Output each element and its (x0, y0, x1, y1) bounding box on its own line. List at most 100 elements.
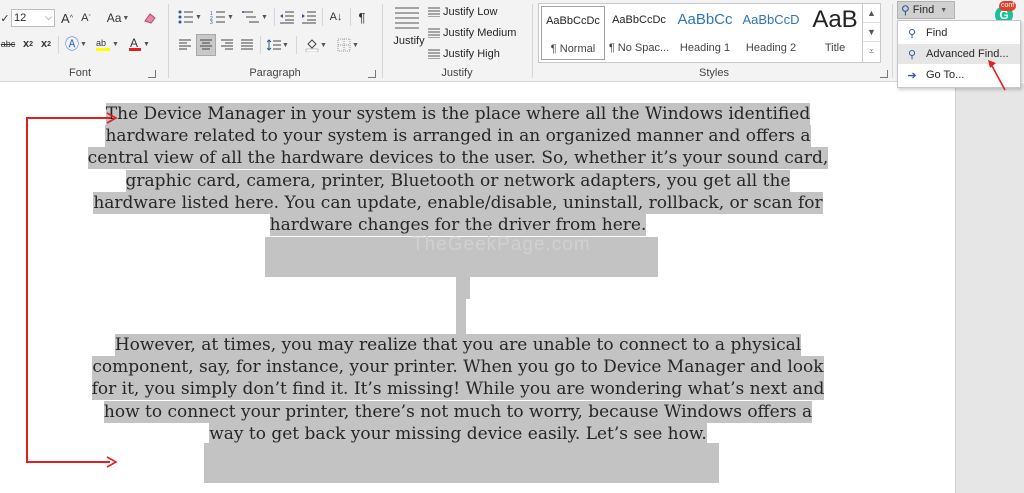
line-spacing-button[interactable]: ▼ (264, 35, 292, 55)
justify-high-button[interactable]: Justify High (428, 44, 528, 64)
justify-group-label: Justify (441, 67, 473, 79)
menu-item-find-label: Find (926, 27, 948, 39)
paragraph-line: how to connect your printer, there’s not… (80, 400, 836, 423)
grow-font-button[interactable]: A ^ (59, 8, 75, 28)
line-spacing-icon (267, 39, 282, 51)
style-normal[interactable]: AaBbCcDc ¶ Normal (541, 6, 605, 60)
menu-item-find[interactable]: ⚲ Find (898, 23, 1020, 43)
align-right-button[interactable] (218, 35, 236, 55)
borders-icon (337, 38, 351, 52)
style-heading-1-name: Heading 1 (679, 42, 731, 54)
style-heading-2-name: Heading 2 (745, 42, 797, 54)
font-dialog-launcher[interactable] (148, 70, 156, 78)
selected-text: for it, you simply don’t find it. It’s m… (91, 378, 825, 401)
divider (274, 8, 275, 26)
search-icon: ⚲ (901, 3, 910, 17)
strikethrough-button[interactable]: abc (0, 34, 16, 54)
styles-group-label: Styles (699, 67, 729, 79)
text-effects-button[interactable]: Ⓐ ▼ (63, 34, 89, 54)
styles-gallery: AaBbCcDc ¶ Normal AaBbCcDc ¶ No Spac... … (538, 3, 881, 63)
eraser-icon (144, 13, 156, 24)
find-button-label: Find (912, 4, 935, 16)
align-right-icon (221, 39, 233, 50)
style-no-spacing-name: ¶ No Spac... (608, 42, 670, 54)
paragraph-line: hardware changes for the driver from her… (80, 214, 836, 237)
style-heading-2[interactable]: AaBbCcD Heading 2 (739, 6, 803, 60)
decrease-indent-button[interactable] (278, 7, 296, 27)
scroll-down-icon[interactable]: ▼ (863, 23, 880, 42)
highlight-color-button[interactable]: ab ▼ (92, 34, 122, 54)
align-left-button[interactable] (176, 35, 194, 55)
justify-medium-button[interactable]: Justify Medium (428, 23, 528, 43)
increase-indent-icon (302, 11, 316, 24)
style-no-spacing[interactable]: AaBbCcDc ¶ No Spac... (607, 6, 671, 60)
document-canvas[interactable]: TheGeekPage.com The Device Manager in yo… (0, 83, 955, 493)
paragraph-dialog-launcher[interactable] (368, 70, 376, 78)
multilevel-list-button[interactable]: ▼ (240, 7, 270, 27)
justify-button[interactable] (238, 35, 256, 55)
clear-formatting-button[interactable] (142, 8, 158, 28)
subscript-button[interactable]: x2 (20, 34, 36, 54)
styles-dialog-launcher[interactable] (880, 70, 888, 78)
font-group: ✓ 12 ⌵ A ^ Aˇ Aa ▼ abc x2 x2 Ⓐ ▼ ab ▼ A ▼ Fon… (0, 0, 160, 82)
borders-button[interactable]: ▼ (334, 35, 362, 55)
show-formatting-button[interactable]: ¶ (354, 7, 370, 27)
paragraph-line: graphic card, camera, printer, Bluetooth… (80, 169, 836, 192)
justify-high-label: Justify High (443, 48, 500, 60)
numbering-button[interactable]: 1 2 3 ▼ (208, 7, 236, 27)
paragraph-line: for it, you simply don’t find it. It’s m… (80, 378, 836, 401)
increase-indent-button[interactable] (300, 7, 318, 27)
arrow-right-icon: ➔ (907, 69, 917, 82)
style-normal-name: ¶ Normal (550, 43, 596, 55)
justify-high-icon (428, 49, 440, 59)
justify-group: Justify Justify Low Justify Medium Justi… (384, 0, 530, 82)
annotation-bracket (26, 117, 110, 119)
bullets-button[interactable]: ▼ (176, 7, 204, 27)
arrow-right-icon (106, 456, 118, 468)
style-title-name: Title (824, 42, 846, 54)
paragraph-1: The Device Manager in your system is the… (80, 103, 836, 237)
highlighter-icon: ab (96, 38, 111, 51)
font-size-combo[interactable]: 12 ⌵ (11, 9, 55, 27)
paragraph-line: way to get back your missing device easi… (80, 422, 836, 445)
justify-low-button[interactable]: Justify Low (428, 2, 528, 22)
numbering-icon: 123 (210, 11, 226, 24)
search-icon: ⚲ (907, 48, 917, 61)
find-dropdown-button[interactable]: ⚲ Find ▼ (897, 1, 955, 19)
style-heading-1-preview: AaBbCc (677, 11, 733, 28)
shading-button[interactable]: ▼ (302, 35, 330, 55)
selected-text: component, say, for instance, your print… (92, 356, 824, 379)
scroll-up-icon[interactable]: ▲ (863, 4, 880, 23)
align-center-button[interactable] (196, 34, 216, 56)
style-heading-1[interactable]: AaBbCc Heading 1 (673, 6, 737, 60)
annotation-bracket (26, 461, 110, 463)
font-color-button[interactable]: A ▼ (125, 34, 153, 54)
justify-medium-icon (428, 28, 440, 38)
justify-large-button[interactable]: Justify (388, 2, 426, 62)
selection-highlight (456, 299, 466, 335)
style-normal-preview: AaBbCcDc (546, 15, 600, 27)
more-styles-icon[interactable]: ⩡ (863, 42, 880, 61)
selected-text: central view of all the hardware devices… (87, 147, 829, 170)
divider (382, 4, 383, 78)
divider (58, 36, 59, 54)
change-case-button[interactable]: Aa ▼ (104, 8, 132, 28)
justify-main-label: Justify (393, 35, 425, 47)
selection-highlight (204, 443, 719, 483)
checkmark-icon: ✓ (0, 12, 10, 25)
paragraph-line: hardware related to your system is arran… (80, 125, 836, 148)
style-title[interactable]: AaB Title (803, 6, 867, 60)
paragraph-2: However, at times, you may realize that … (80, 334, 836, 445)
superscript-button[interactable]: x2 (38, 34, 54, 54)
shrink-font-button[interactable]: Aˇ (78, 8, 94, 28)
style-heading-2-preview: AaBbCcD (742, 12, 800, 27)
sort-button[interactable]: A↓ (326, 7, 346, 27)
justify-low-label: Justify Low (443, 6, 498, 18)
paint-bucket-icon (305, 39, 319, 52)
font-size-value: 12 (14, 12, 27, 24)
paragraph-line: hardware listed here. You can update, en… (80, 191, 836, 214)
menu-item-go-to-label: Go To... (926, 69, 965, 81)
divider (532, 4, 533, 78)
search-icon: ⚲ (907, 27, 917, 40)
selected-text: hardware related to your system is arran… (105, 125, 811, 148)
